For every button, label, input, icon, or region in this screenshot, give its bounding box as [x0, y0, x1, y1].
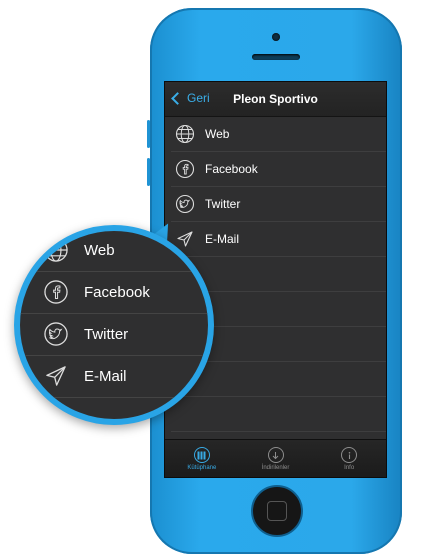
list-item-label: Twitter [205, 197, 241, 211]
facebook-icon [175, 159, 195, 179]
home-button[interactable] [251, 485, 303, 537]
magnified-item-facebook: Facebook [20, 271, 208, 314]
volume-button [147, 158, 150, 186]
globe-icon [175, 124, 195, 144]
tab-info[interactable]: Info [312, 440, 386, 477]
list-item-facebook[interactable]: Facebook [171, 152, 386, 187]
magnified-item-twitter: Twitter [20, 313, 208, 356]
tab-label: İndirilenler [261, 465, 290, 471]
magnified-label: Facebook [84, 283, 150, 301]
navigation-bar: Geri Pleon Sportivo [165, 82, 386, 117]
tab-bar: Kütüphane İndirilenler Info [165, 439, 386, 477]
list-item-label: Facebook [205, 162, 258, 176]
download-icon [267, 447, 284, 463]
tab-downloads[interactable]: İndirilenler [239, 440, 313, 477]
magnified-label: Web [84, 241, 115, 259]
magnified-label: Twitter [84, 325, 129, 343]
twitter-icon [42, 320, 70, 348]
list-item-web[interactable]: Web [171, 117, 386, 152]
list-item-label: Web [205, 127, 230, 141]
page-title: Pleon Sportivo [233, 92, 318, 106]
tab-library[interactable]: Kütüphane [165, 440, 239, 477]
magnified-label: E-Mail [84, 367, 127, 385]
home-square-icon [267, 501, 287, 521]
library-icon [193, 447, 210, 463]
list-item-twitter[interactable]: Twitter [171, 187, 386, 222]
magnified-item-email: E-Mail [20, 355, 208, 398]
tab-label: Info [344, 465, 355, 471]
list-item-label: E-Mail [205, 232, 240, 246]
globe-icon [42, 236, 70, 264]
twitter-icon [175, 194, 195, 214]
info-icon [341, 447, 358, 463]
tab-label: Kütüphane [187, 465, 217, 471]
speaker-grille [252, 54, 300, 60]
send-icon [42, 362, 70, 390]
front-camera [272, 33, 280, 41]
volume-button [147, 120, 150, 148]
facebook-icon [42, 278, 70, 306]
magnified-item-web: Web [20, 231, 208, 272]
magnifier-callout: Web Facebook Twitter E-Mail [14, 225, 214, 425]
empty-row [171, 397, 386, 432]
